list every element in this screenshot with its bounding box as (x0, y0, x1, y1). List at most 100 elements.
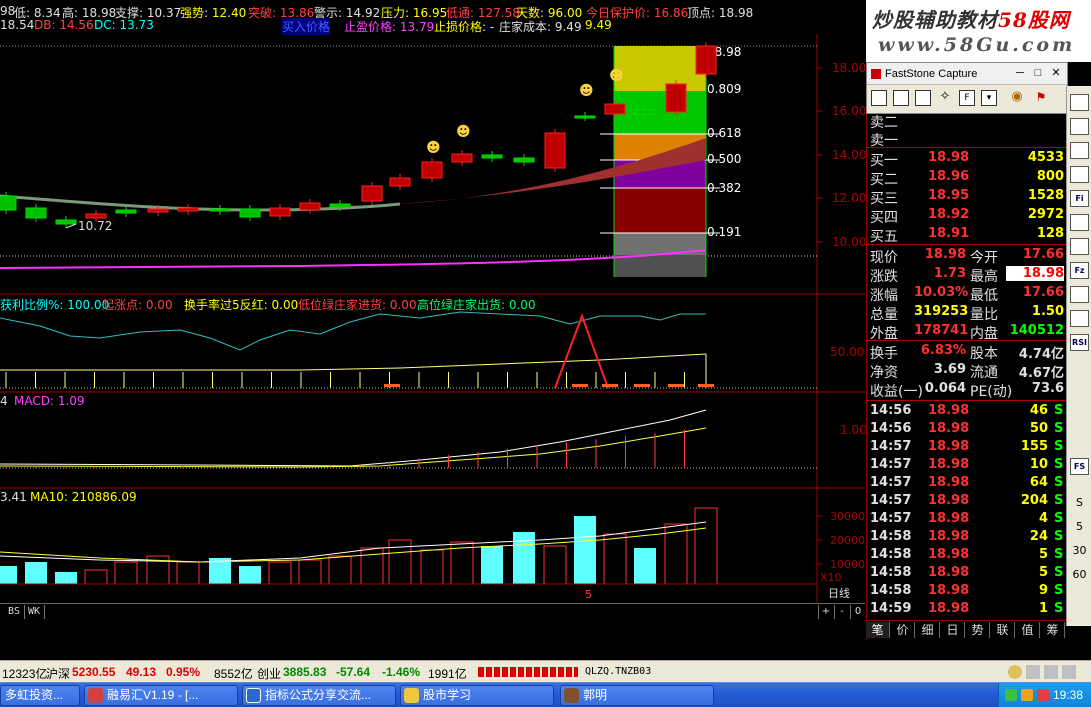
faststone-title-bar[interactable]: FastStone Capture ─ □ ✕ (867, 63, 1067, 85)
buy-row[interactable]: 买一 18.98 4533 (866, 150, 1066, 169)
candle-body (361, 185, 383, 202)
minimize-button[interactable]: ─ (1013, 66, 1027, 80)
zoom-reset-button[interactable]: 0 (850, 605, 865, 619)
tool-icon[interactable] (1070, 118, 1089, 135)
layout-icon[interactable] (1062, 665, 1076, 679)
faststone-capture-window[interactable]: FastStone Capture ─ □ ✕ ✧ F ▾ ◉ ⚑ (866, 62, 1068, 114)
capture-freehand-icon[interactable]: ✧ (937, 90, 953, 106)
taskbar-item-4[interactable]: 股市学习 (400, 685, 554, 706)
capture-object-icon[interactable] (893, 90, 909, 106)
tool-icon[interactable]: Fz (1070, 262, 1089, 279)
tick-row[interactable]: 14:57 18.98 155 S (866, 439, 1066, 457)
taskbar-item-3[interactable]: 指标公式分享交流... (242, 685, 396, 706)
capture-fullscreen-icon[interactable]: F (959, 90, 975, 106)
tick-row[interactable]: 14:58 18.98 5 S (866, 565, 1066, 583)
taskbar-item-1[interactable]: 多虹投资... (0, 685, 80, 706)
capture-rectangle-icon[interactable] (915, 90, 931, 106)
tick-row[interactable]: 14:56 18.98 46 S (866, 403, 1066, 421)
tick-row[interactable]: 14:58 18.98 9 S (866, 583, 1066, 601)
tick-row[interactable]: 14:57 18.98 10 S (866, 457, 1066, 475)
capture-scroll-icon[interactable]: ▾ (981, 90, 997, 106)
sell-row[interactable]: 卖二 (866, 112, 1066, 131)
period-button-S[interactable]: S (1069, 496, 1090, 509)
zoom-in-button[interactable]: + (818, 605, 833, 619)
tick-row[interactable]: 14:57 18.98 4 S (866, 511, 1066, 529)
tick-side: S (1054, 403, 1064, 418)
buy-row[interactable]: 买三 18.95 1528 (866, 188, 1066, 207)
wk-button[interactable]: WK (24, 605, 46, 619)
tick-row[interactable]: 14:57 18.98 64 S (866, 475, 1066, 493)
bs-button[interactable]: BS (4, 605, 26, 619)
volume-bar (543, 545, 567, 585)
tick-row[interactable]: 14:56 18.98 50 S (866, 421, 1066, 439)
period-button-60[interactable]: 60 (1069, 568, 1090, 581)
candle-body (115, 209, 137, 214)
close-button[interactable]: ✕ (1049, 66, 1063, 80)
zoom-out-button[interactable]: - (834, 605, 849, 619)
divider (866, 400, 1066, 401)
quote-row[interactable]: 涨幅 10.03% 最低 17.66 (866, 285, 1066, 304)
tool-icon[interactable] (1070, 166, 1089, 183)
quote-row[interactable]: 收益(一) 0.064 PE(动) 73.6 (866, 381, 1066, 400)
tick-row[interactable]: 14:57 18.98 204 S (866, 493, 1066, 511)
grid-icon[interactable] (1026, 665, 1040, 679)
tool-icon[interactable] (1070, 94, 1089, 111)
tool-icon[interactable]: RSI (1070, 334, 1089, 351)
detail-tab[interactable]: 日 (941, 622, 965, 638)
restore-button[interactable]: □ (1031, 66, 1045, 80)
tick-volume: 50 (1029, 421, 1048, 436)
tool-icon[interactable]: Fi (1070, 190, 1089, 207)
buy-volume: 1528 (1027, 188, 1064, 203)
tool-icon[interactable] (1070, 310, 1089, 327)
candle-body (481, 154, 503, 159)
capture-window-icon[interactable] (871, 90, 887, 106)
quote-row[interactable]: 换手 6.83% 股本 4.74亿 (866, 343, 1066, 362)
buy-row[interactable]: 买四 18.92 2972 (866, 207, 1066, 226)
profit-ratio-line (0, 311, 706, 351)
kline-chart[interactable]: 18.0016.0014.0012.0010.00 18.980.8090.61… (0, 34, 865, 604)
tick-side: S (1054, 457, 1064, 472)
tool-icon[interactable] (1070, 142, 1089, 159)
taskbar-item-2[interactable]: 融易汇V1.19 - [... (84, 685, 238, 706)
smile-icon[interactable] (1008, 665, 1022, 679)
detail-tab[interactable]: 势 (966, 622, 990, 638)
buy-row[interactable]: 买二 18.96 800 (866, 169, 1066, 188)
tool-icon[interactable] (1070, 286, 1089, 303)
palette-icon[interactable]: ◉ (1009, 90, 1025, 106)
sell-row[interactable]: 卖一 (866, 130, 1066, 149)
detail-tab[interactable]: 笔 (866, 622, 890, 638)
ma-line-magenta (0, 249, 707, 269)
fs-icon[interactable]: FS (1070, 458, 1089, 475)
detail-tab[interactable]: 筹 (1041, 622, 1065, 638)
watermark-url: www.58Gu.com (878, 34, 1076, 56)
detail-tab[interactable]: 细 (916, 622, 940, 638)
detail-tab[interactable]: 联 (991, 622, 1015, 638)
windows-taskbar: 多虹投资... 融易汇V1.19 - [... 指标公式分享交流... 股市学习… (0, 682, 1091, 707)
volume-bar (603, 533, 627, 585)
window-icon[interactable] (1044, 665, 1058, 679)
quote-row[interactable]: 涨跌 1.73 最高 18.98 (866, 266, 1066, 285)
quote-row[interactable]: 总量 319253 量比 1.50 (866, 304, 1066, 323)
tick-row[interactable]: 14:59 18.98 1 S (866, 601, 1066, 619)
antivirus-icon[interactable] (1037, 689, 1049, 701)
chart-bottom-bar: BS WK + - 0 (0, 603, 865, 619)
buy-row[interactable]: 买五 18.91 128 (866, 226, 1066, 245)
tick-row[interactable]: 14:58 18.98 24 S (866, 529, 1066, 547)
detail-tab[interactable]: 值 (1016, 622, 1040, 638)
detail-tab[interactable]: 价 (891, 622, 915, 638)
quote-row[interactable]: 现价 18.98 今开 17.66 (866, 247, 1066, 266)
quote-row[interactable]: 外盘 178741 内盘 140512 (866, 323, 1066, 342)
taskbar-item-5[interactable]: 郭明 (560, 685, 714, 706)
tick-row[interactable]: 14:58 18.98 5 S (866, 547, 1066, 565)
tool-icon[interactable] (1070, 238, 1089, 255)
system-tray: 19:38 (998, 683, 1091, 707)
tool-icon[interactable] (1070, 214, 1089, 231)
quote-row[interactable]: 净资 3.69 流通 4.67亿 (866, 362, 1066, 381)
app-icon (88, 688, 103, 703)
network-icon[interactable] (1005, 689, 1017, 701)
shield-icon[interactable] (1021, 689, 1033, 701)
tick-time: 14:57 (870, 439, 912, 454)
period-button-5[interactable]: 5 (1069, 520, 1090, 533)
period-button-30[interactable]: 30 (1069, 544, 1090, 557)
output-icon[interactable]: ⚑ (1033, 90, 1049, 106)
